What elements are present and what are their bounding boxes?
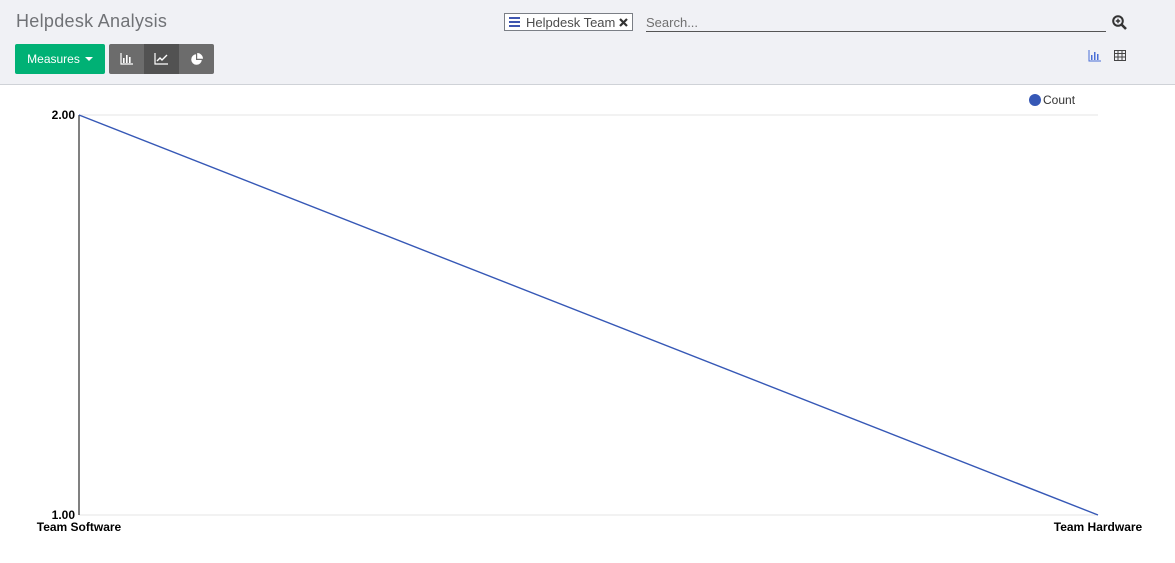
close-icon[interactable]: [619, 17, 629, 27]
facet-label: Helpdesk Team: [526, 14, 616, 30]
x-tick-label: Team Hardware: [1054, 520, 1143, 534]
bar-chart-icon: [119, 53, 133, 65]
line-chart: 1.002.00Team Software Team Hardware: [37, 108, 1143, 534]
control-panel: Helpdesk Analysis Measures Helpdesk Team…: [0, 0, 1175, 85]
graph-view-icon[interactable]: [1088, 50, 1102, 62]
table-icon[interactable]: [1114, 50, 1126, 61]
series-line: [78, 114, 1099, 516]
zoom-icon[interactable]: [1112, 15, 1127, 30]
search-input[interactable]: [646, 13, 1106, 32]
legend[interactable]: Count: [1029, 93, 1075, 107]
group-by-icon: [509, 17, 520, 27]
pie-chart-icon: [191, 52, 203, 65]
line-chart-button[interactable]: [144, 44, 179, 74]
measures-button[interactable]: Measures: [15, 44, 105, 74]
pie-chart-button[interactable]: [179, 44, 214, 74]
legend-label: Count: [1043, 93, 1076, 107]
search-facet: Helpdesk Team: [504, 13, 634, 31]
caret-down-icon: [84, 57, 93, 61]
chart-type-group: [109, 44, 214, 74]
bar-chart-button[interactable]: [109, 44, 144, 74]
legend-dot: [1029, 94, 1041, 106]
line-chart-icon: [154, 53, 168, 65]
measures-label: Measures: [27, 52, 80, 66]
x-tick-label: Team Software: [37, 520, 122, 534]
page-title: Helpdesk Analysis: [16, 11, 168, 31]
y-tick-label: 2.00: [52, 108, 76, 122]
chart-area: 1.00 2.00 Team Software Team Hardware Count: [0, 85, 1175, 563]
